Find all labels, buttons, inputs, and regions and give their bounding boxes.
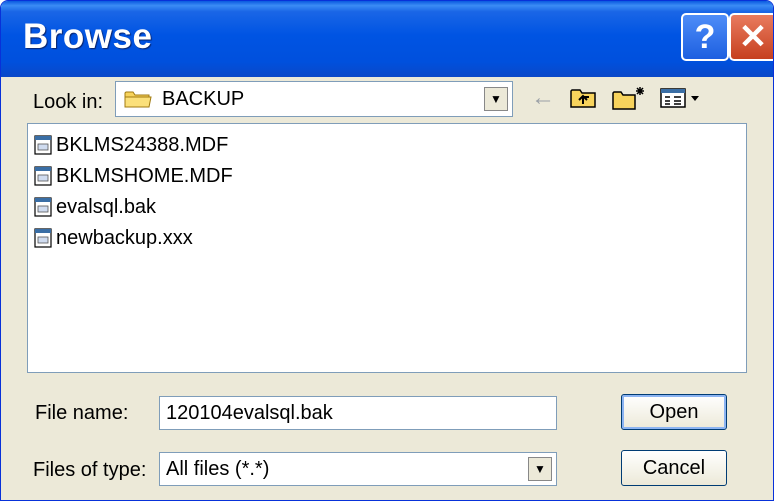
back-button[interactable]: ← xyxy=(527,83,559,113)
file-name: BKLMS24388.MDF xyxy=(56,133,229,156)
files-of-type-label: Files of type: xyxy=(33,459,147,481)
file-icon xyxy=(34,135,52,155)
file-item[interactable]: evalsql.bak xyxy=(34,192,156,222)
close-button[interactable]: ✕ xyxy=(729,13,773,61)
file-item[interactable]: BKLMSHOME.MDF xyxy=(34,161,233,191)
file-item[interactable]: BKLMS24388.MDF xyxy=(34,130,228,160)
files-of-type-value: All files (*.*) xyxy=(166,458,270,480)
file-icon xyxy=(34,197,52,217)
chevron-down-icon: ▼ xyxy=(534,462,546,476)
up-one-level-button[interactable] xyxy=(567,83,601,113)
file-icon xyxy=(34,228,52,248)
look-in-dropdown[interactable]: BACKUP ▼ xyxy=(115,81,513,117)
up-one-level-icon xyxy=(570,89,596,108)
file-name-input[interactable] xyxy=(159,396,557,430)
help-button[interactable]: ? xyxy=(681,13,729,61)
file-list[interactable]: BKLMS24388.MDF BKLMSHOME.MDF evalsql.bak xyxy=(27,123,747,373)
browse-dialog: Browse ? ✕ Look in: BACKUP ▼ ← BKLMS2438… xyxy=(0,0,774,501)
view-menu-button[interactable] xyxy=(657,83,707,113)
new-folder-icon xyxy=(612,87,644,110)
view-menu-icon xyxy=(660,88,699,108)
help-icon: ? xyxy=(694,17,716,56)
window-title: Browse xyxy=(23,17,153,56)
close-icon: ✕ xyxy=(738,18,768,56)
back-arrow-icon: ← xyxy=(531,84,555,111)
look-in-label: Look in: xyxy=(33,91,104,113)
chevron-down-icon: ▼ xyxy=(490,92,502,106)
file-name: newbackup.xxx xyxy=(56,226,193,249)
cancel-button[interactable]: Cancel xyxy=(621,450,727,486)
file-icon xyxy=(34,166,52,186)
folder-icon xyxy=(124,91,152,108)
file-name: BKLMSHOME.MDF xyxy=(56,164,233,187)
file-name: evalsql.bak xyxy=(56,195,157,218)
open-button[interactable]: Open xyxy=(621,394,727,430)
look-in-value: BACKUP xyxy=(162,88,245,110)
look-in-dropdown-arrow[interactable]: ▼ xyxy=(484,87,508,111)
file-item[interactable]: newbackup.xxx xyxy=(34,223,193,253)
files-of-type-dropdown-arrow[interactable]: ▼ xyxy=(528,457,552,481)
title-bar[interactable]: Browse ? ✕ xyxy=(1,1,773,77)
file-name-label: File name: xyxy=(35,402,129,424)
files-of-type-dropdown[interactable]: All files (*.*) ▼ xyxy=(159,452,557,486)
new-folder-button[interactable] xyxy=(609,83,649,113)
